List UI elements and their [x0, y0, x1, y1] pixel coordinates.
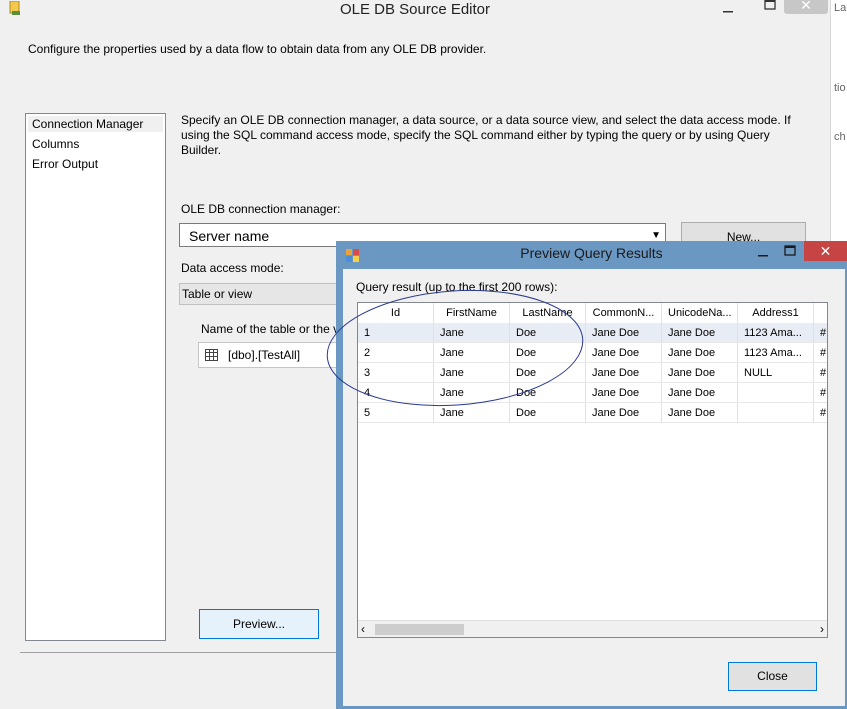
grid-cell[interactable]: NULL — [738, 363, 814, 383]
dialog-close-window-button[interactable]: ✕ — [804, 241, 847, 261]
editor-nav-list: Connection Manager Columns Error Output — [25, 113, 166, 641]
chevron-down-icon: ▼ — [651, 230, 661, 241]
editor-title: OLE DB Source Editor — [339, 1, 491, 18]
data-access-mode-label: Data access mode: — [181, 261, 284, 275]
minimize-icon[interactable] — [720, 2, 736, 14]
grid-cell[interactable]: Jane Doe — [586, 363, 662, 383]
horizontal-scrollbar[interactable]: ‹ › — [358, 620, 827, 637]
column-header[interactable]: UnicodeNa... — [662, 303, 738, 323]
connection-manager-label: OLE DB connection manager: — [181, 202, 341, 216]
nav-item-columns[interactable]: Columns — [32, 137, 79, 151]
annotation-ellipse — [326, 289, 584, 407]
editor-description: Configure the properties used by a data … — [28, 42, 487, 56]
grid-cell[interactable]: # — [814, 403, 827, 423]
scroll-right-icon[interactable]: › — [820, 621, 824, 637]
connection-manager-value: Server name — [189, 228, 270, 244]
grid-cell[interactable]: Jane Doe — [662, 343, 738, 363]
editor-titlebar[interactable]: OLE DB Source Editor ✕ — [0, 0, 830, 22]
grid-cell[interactable]: Jane Doe — [662, 323, 738, 343]
background-text-fragment: ch — [834, 131, 846, 143]
scrollbar-thumb[interactable] — [375, 624, 464, 635]
nav-item-error-output[interactable]: Error Output — [32, 157, 98, 171]
grid-cell[interactable]: Jane Doe — [662, 383, 738, 403]
grid-cell[interactable] — [738, 383, 814, 403]
grid-cell[interactable]: # — [814, 363, 827, 383]
maximize-icon[interactable] — [762, 0, 778, 12]
grid-cell[interactable]: Jane Doe — [662, 363, 738, 383]
scroll-left-icon[interactable]: ‹ — [361, 621, 365, 637]
close-button[interactable]: Close — [728, 662, 817, 691]
close-window-button[interactable]: ✕ — [784, 0, 828, 14]
background-text-fragment: tio — [834, 82, 846, 94]
table-name-label: Name of the table or the v — [201, 322, 340, 336]
data-access-mode-select[interactable]: Table or view — [179, 283, 339, 305]
column-header[interactable] — [814, 303, 827, 323]
grid-cell[interactable]: # — [814, 383, 827, 403]
maximize-icon[interactable] — [783, 244, 797, 258]
table-grid-icon — [205, 349, 218, 361]
column-header[interactable]: Address1 — [738, 303, 814, 323]
dialog-title: Preview Query Results — [520, 245, 663, 261]
grid-cell[interactable]: # — [814, 343, 827, 363]
grid-cell[interactable]: Jane Doe — [586, 343, 662, 363]
grid-cell[interactable]: 1123 Ama... — [738, 343, 814, 363]
background-text-fragment: Lau — [834, 2, 847, 14]
preview-button[interactable]: Preview... — [199, 609, 319, 639]
grid-cell[interactable]: Jane Doe — [586, 323, 662, 343]
close-icon: ✕ — [819, 243, 832, 259]
grid-cell[interactable]: # — [814, 323, 827, 343]
grid-cell[interactable] — [738, 403, 814, 423]
instructions-text: Specify an OLE DB connection manager, a … — [181, 113, 791, 157]
grid-cell[interactable]: Jane Doe — [586, 383, 662, 403]
minimize-icon[interactable] — [756, 245, 770, 259]
data-access-mode-value: Table or view — [182, 287, 253, 301]
close-icon: ✕ — [800, 0, 812, 13]
nav-item-connection-manager[interactable]: Connection Manager — [28, 116, 163, 132]
column-header[interactable]: CommonN... — [586, 303, 662, 323]
table-name-value: [dbo].[TestAll] — [228, 348, 301, 362]
table-name-select[interactable]: [dbo].[TestAll] — [198, 342, 338, 368]
grid-cell[interactable]: Jane Doe — [586, 403, 662, 423]
grid-cell[interactable]: 1123 Ama... — [738, 323, 814, 343]
grid-cell[interactable]: Jane Doe — [662, 403, 738, 423]
